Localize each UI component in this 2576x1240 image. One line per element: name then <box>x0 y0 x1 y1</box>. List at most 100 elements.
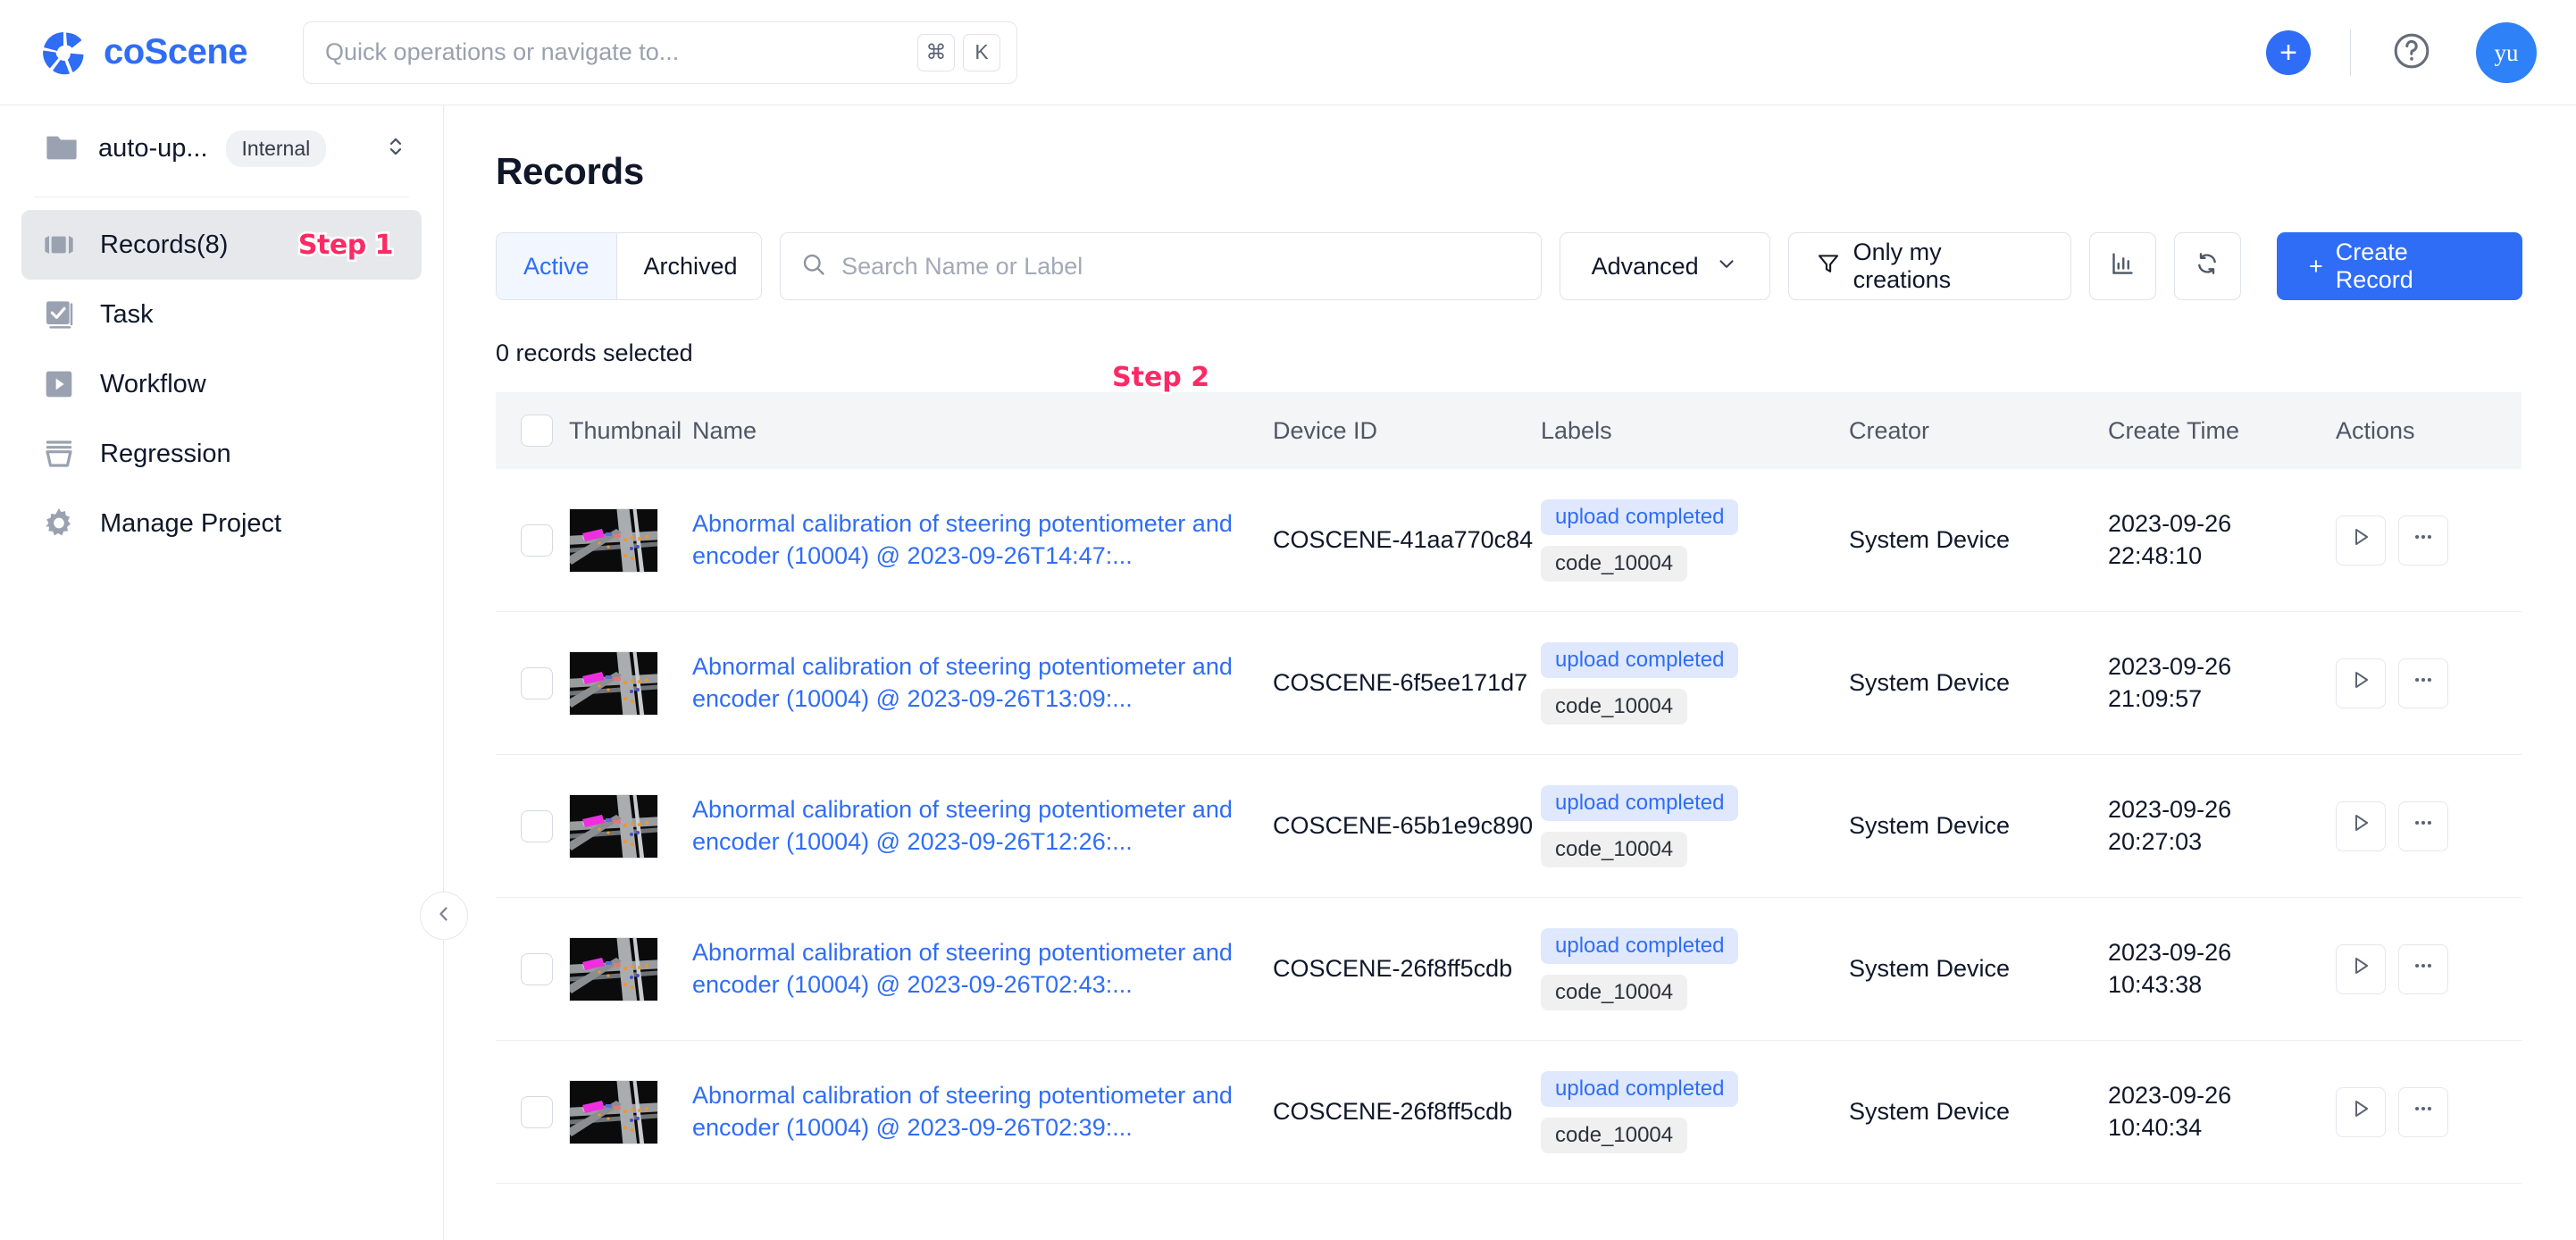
row-checkbox[interactable] <box>521 952 553 985</box>
more-horizontal-icon <box>2412 668 2435 698</box>
project-switcher[interactable]: auto-up... Internal <box>0 105 443 191</box>
row-checkbox-cell[interactable] <box>496 1095 569 1128</box>
select-all-checkbox-cell[interactable] <box>496 415 569 447</box>
sidebar-item-label: Workflow <box>100 369 206 398</box>
kbd-k: K <box>963 33 1001 71</box>
sidebar-item-regression[interactable]: Regression <box>21 419 422 489</box>
status-badge[interactable]: upload completed <box>1541 927 1739 964</box>
table-row[interactable]: Abnormal calibration of steering potenti… <box>496 612 2522 755</box>
more-actions-button[interactable] <box>2398 515 2448 566</box>
advanced-filter-button[interactable]: Advanced <box>1559 232 1770 300</box>
statistics-button[interactable] <box>2088 232 2156 300</box>
row-labels-cell: upload completed code_10004 <box>1541 927 1849 1010</box>
table-row[interactable]: Abnormal calibration of steering potenti… <box>496 755 2522 898</box>
bar-chart-icon <box>2109 250 2136 283</box>
omnisearch-input[interactable]: Quick operations or navigate to... ⌘ K <box>303 21 1018 84</box>
table-body: Abnormal calibration of steering potenti… <box>496 469 2522 1184</box>
refresh-button[interactable] <box>2173 232 2241 300</box>
brand[interactable]: coScene <box>39 29 248 77</box>
search-input[interactable]: Search Name or Label <box>780 232 1542 300</box>
create-record-button[interactable]: + Create Record <box>2277 232 2522 300</box>
row-create-time-cell: 2023-09-26 10:40:34 <box>2108 1080 2336 1144</box>
play-icon <box>2349 525 2372 555</box>
row-name-cell[interactable]: Abnormal calibration of steering potenti… <box>692 937 1273 1001</box>
create-time: 10:43:38 <box>2108 970 2203 998</box>
record-link[interactable]: Abnormal calibration of steering potenti… <box>692 508 1273 572</box>
play-record-button[interactable] <box>2336 800 2386 851</box>
help-button[interactable] <box>2390 31 2433 74</box>
row-checkbox[interactable] <box>521 1095 553 1128</box>
more-actions-button[interactable] <box>2398 658 2448 708</box>
label-tag[interactable]: code_10004 <box>1541 545 1688 582</box>
create-date: 2023-09-26 <box>2108 509 2232 537</box>
row-checkbox-cell[interactable] <box>496 952 569 985</box>
row-checkbox-cell[interactable] <box>496 666 569 700</box>
row-checkbox[interactable] <box>521 666 553 700</box>
row-name-cell[interactable]: Abnormal calibration of steering potenti… <box>692 651 1273 715</box>
label-tag[interactable]: code_10004 <box>1541 831 1688 867</box>
sidebar-item-workflow[interactable]: Workflow <box>21 349 422 419</box>
sidebar-item-label: Task <box>100 299 154 329</box>
record-link[interactable]: Abnormal calibration of steering potenti… <box>692 937 1273 1001</box>
row-name-cell[interactable]: Abnormal calibration of steering potenti… <box>692 1080 1273 1144</box>
status-badge[interactable]: upload completed <box>1541 784 1739 821</box>
status-badge[interactable]: upload completed <box>1541 641 1739 678</box>
project-visibility-chip: Internal <box>225 130 327 167</box>
create-date: 2023-09-26 <box>2108 938 2232 966</box>
row-checkbox[interactable] <box>521 809 553 842</box>
avatar[interactable]: yu <box>2476 22 2537 83</box>
global-create-button[interactable]: + <box>2266 30 2311 75</box>
column-labels: Labels <box>1541 416 1612 444</box>
row-thumbnail-cell[interactable] <box>569 507 692 573</box>
sidebar-item-manage-project[interactable]: Manage Project <box>21 489 422 558</box>
table-row[interactable]: Abnormal calibration of steering potenti… <box>496 469 2522 612</box>
create-record-label: Create Record <box>2335 239 2413 293</box>
label-tag[interactable]: code_10004 <box>1541 974 1688 1010</box>
sidebar-collapse-button[interactable] <box>420 892 468 940</box>
device-id: COSCENE-26f8ff5cdb <box>1273 954 1513 982</box>
tab-active[interactable]: Active <box>497 233 616 299</box>
play-icon <box>2349 811 2372 841</box>
row-checkbox-cell[interactable] <box>496 524 569 557</box>
play-record-button[interactable] <box>2336 1086 2386 1137</box>
row-checkbox[interactable] <box>521 524 553 557</box>
sidebar-nav: Records(8) Step 1 Task Workflow Regressi… <box>0 197 443 558</box>
status-badge[interactable]: upload completed <box>1541 499 1739 535</box>
status-badge[interactable]: upload completed <box>1541 1070 1739 1107</box>
play-record-button[interactable] <box>2336 515 2386 566</box>
chevron-up-down-icon[interactable] <box>382 133 409 164</box>
sidebar-item-task[interactable]: Task <box>21 280 422 349</box>
row-name-cell[interactable]: Abnormal calibration of steering potenti… <box>692 794 1273 858</box>
row-creator-cell: System Device <box>1849 1098 2011 1125</box>
table-row[interactable]: Abnormal calibration of steering potenti… <box>496 1041 2522 1184</box>
label-tag[interactable]: code_10004 <box>1541 688 1688 725</box>
play-record-button[interactable] <box>2336 943 2386 994</box>
row-thumbnail-cell[interactable] <box>569 793 692 859</box>
row-thumbnail-cell[interactable] <box>569 936 692 1001</box>
row-creator-cell: System Device <box>1849 526 2011 553</box>
record-link[interactable]: Abnormal calibration of steering potenti… <box>692 794 1273 858</box>
more-actions-button[interactable] <box>2398 800 2448 851</box>
label-tag[interactable]: code_10004 <box>1541 1117 1688 1153</box>
sidebar-item-records[interactable]: Records(8) Step 1 <box>21 210 422 280</box>
workflow-play-icon <box>41 366 77 402</box>
play-icon <box>2349 954 2372 984</box>
records-toolbar: Active Archived Search Name or Label Adv… <box>496 232 2576 300</box>
table-row[interactable]: Abnormal calibration of steering potenti… <box>496 898 2522 1041</box>
search-icon <box>800 251 827 282</box>
select-all-checkbox[interactable] <box>521 415 553 447</box>
play-record-button[interactable] <box>2336 658 2386 708</box>
more-horizontal-icon <box>2412 954 2435 984</box>
record-link[interactable]: Abnormal calibration of steering potenti… <box>692 1080 1273 1144</box>
row-checkbox-cell[interactable] <box>496 809 569 842</box>
row-thumbnail-cell[interactable] <box>569 650 692 716</box>
row-name-cell[interactable]: Abnormal calibration of steering potenti… <box>692 508 1273 572</box>
more-actions-button[interactable] <box>2398 943 2448 994</box>
step-1-annotation: Step 1 <box>296 227 396 263</box>
only-my-creations-button[interactable]: Only my creations <box>1787 232 2071 300</box>
row-thumbnail-cell[interactable] <box>569 1079 692 1144</box>
more-actions-button[interactable] <box>2398 1086 2448 1137</box>
record-link[interactable]: Abnormal calibration of steering potenti… <box>692 651 1273 715</box>
only-my-creations-label: Only my creations <box>1853 239 1952 293</box>
tab-archived[interactable]: Archived <box>615 233 762 299</box>
